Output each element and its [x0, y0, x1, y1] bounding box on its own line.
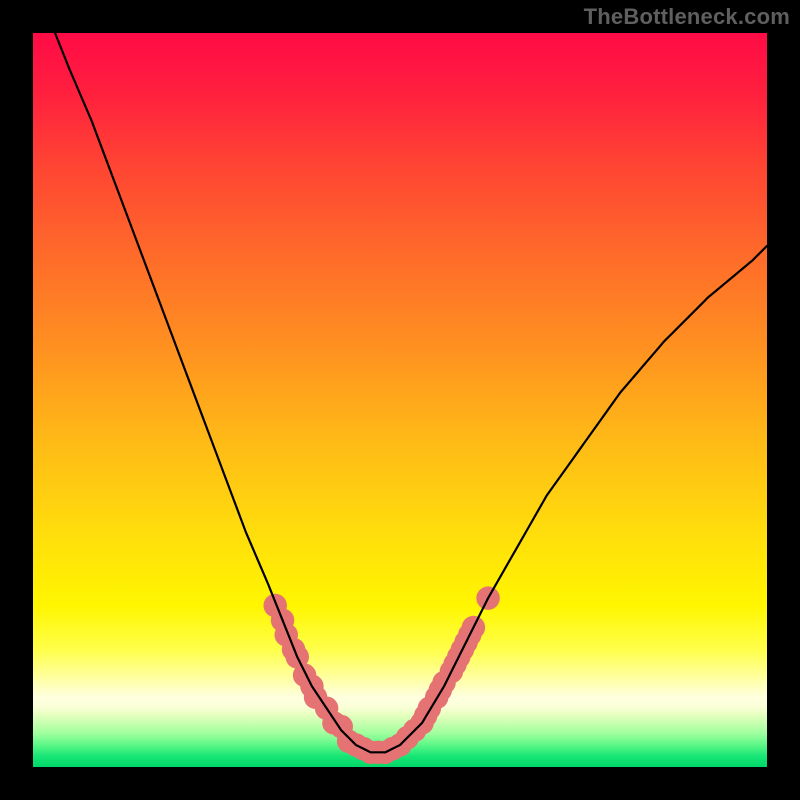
- chart-frame: TheBottleneck.com: [0, 0, 800, 800]
- plot-background: [33, 33, 767, 767]
- bottleneck-chart: [0, 0, 800, 800]
